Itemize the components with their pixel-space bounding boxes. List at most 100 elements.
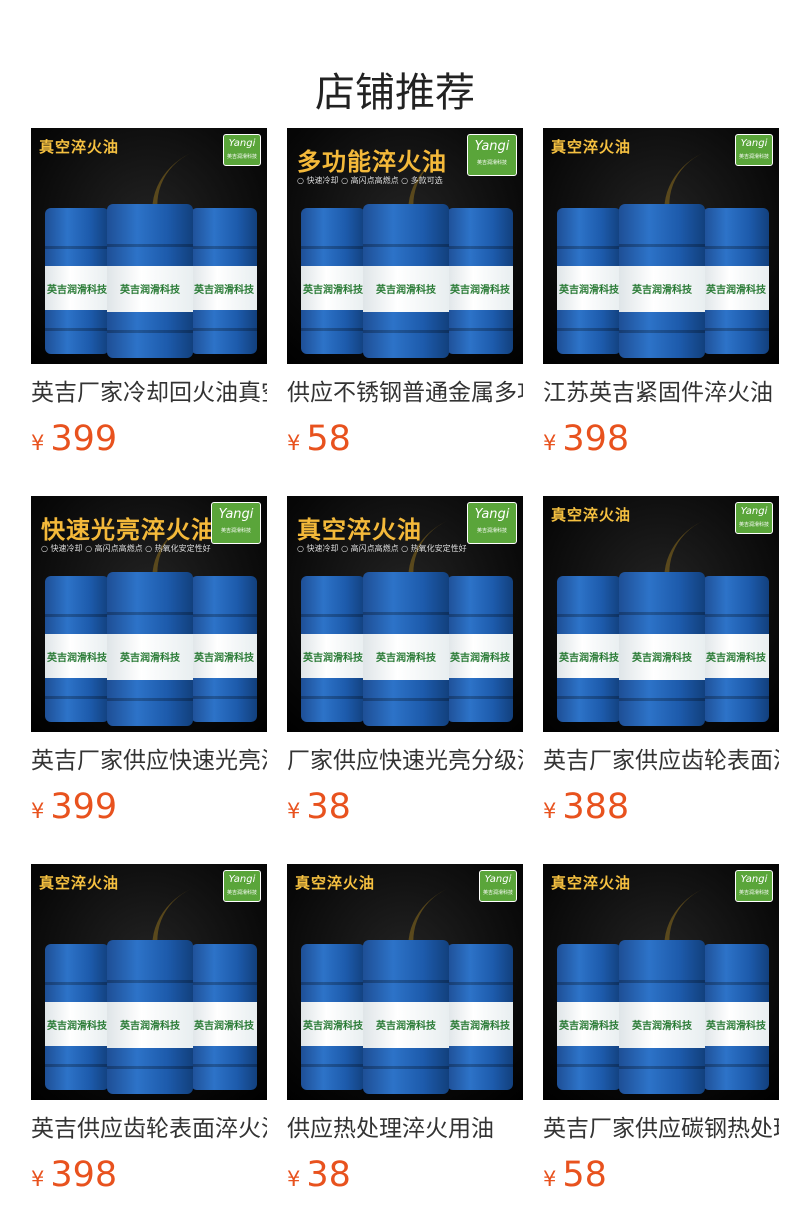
product-card[interactable]: 真空淬火油 Yangi 英吉润滑科技 英吉润滑科技 英吉润滑科技 英吉润滑科技 …	[543, 128, 779, 496]
product-image[interactable]: 真空淬火油 Yangi 英吉润滑科技 英吉润滑科技 英吉润滑科技 英吉润滑科技	[31, 864, 267, 1100]
product-image[interactable]: 真空淬火油 Yangi 英吉润滑科技 英吉润滑科技 英吉润滑科技 英吉润滑科技	[287, 864, 523, 1100]
oil-drum-center: 英吉润滑科技	[619, 572, 705, 726]
image-banner-text: 真空淬火油	[551, 506, 632, 524]
logo-text: Yangi	[228, 138, 256, 149]
product-price: ¥399	[31, 418, 267, 460]
drum-label: 英吉润滑科技	[447, 634, 513, 679]
product-card[interactable]: 真空淬火油 Yangi 英吉润滑科技 英吉润滑科技 英吉润滑科技 英吉润滑科技 …	[31, 128, 267, 496]
brand-logo-icon: Yangi 英吉润滑科技	[467, 134, 517, 176]
drum-label: 英吉润滑科技	[191, 1002, 257, 1047]
oil-drum-center: 英吉润滑科技	[363, 940, 449, 1094]
product-name[interactable]: 供应热处理淬火用油	[287, 1114, 523, 1144]
drum-label: 英吉润滑科技	[557, 1002, 621, 1047]
brand-logo-icon: Yangi 英吉润滑科技	[735, 134, 773, 166]
logo-subtext: 英吉润滑科技	[738, 154, 769, 160]
currency-symbol: ¥	[543, 431, 557, 455]
drum-label: 英吉润滑科技	[557, 266, 621, 311]
product-card[interactable]: 快速光亮淬火油 ○ 快速冷却 ○ 高闪点高燃点 ○ 热氧化安定性好 Yangi …	[31, 496, 267, 864]
oil-drum-center: 英吉润滑科技	[107, 940, 193, 1094]
product-image[interactable]: 真空淬火油 Yangi 英吉润滑科技 英吉润滑科技 英吉润滑科技 英吉润滑科技	[543, 128, 779, 364]
oil-drum-center: 英吉润滑科技	[363, 572, 449, 726]
drum-label: 英吉润滑科技	[191, 266, 257, 311]
oil-drum-left: 英吉润滑科技	[557, 944, 621, 1090]
logo-subtext: 英吉润滑科技	[476, 528, 507, 534]
product-card[interactable]: 真空淬火油 Yangi 英吉润滑科技 英吉润滑科技 英吉润滑科技 英吉润滑科技 …	[287, 864, 523, 1232]
oil-drum-right: 英吉润滑科技	[191, 208, 257, 354]
image-banner-text: 真空淬火油	[297, 516, 422, 544]
product-card[interactable]: 真空淬火油 Yangi 英吉润滑科技 英吉润滑科技 英吉润滑科技 英吉润滑科技 …	[31, 864, 267, 1232]
logo-text: Yangi	[740, 874, 768, 885]
logo-subtext: 英吉润滑科技	[738, 890, 769, 896]
oil-drum-right: 英吉润滑科技	[191, 944, 257, 1090]
logo-text: Yangi	[218, 507, 254, 522]
image-banner-text: 真空淬火油	[39, 874, 120, 892]
image-banner-text: 多功能淬火油	[297, 148, 447, 176]
brand-logo-icon: Yangi 英吉润滑科技	[479, 870, 517, 902]
currency-symbol: ¥	[287, 799, 301, 823]
currency-symbol: ¥	[31, 431, 45, 455]
product-card[interactable]: 真空淬火油 Yangi 英吉润滑科技 英吉润滑科技 英吉润滑科技 英吉润滑科技 …	[543, 496, 779, 864]
product-image[interactable]: 多功能淬火油 ○ 快速冷却 ○ 高闪点高燃点 ○ 多款可选 Yangi 英吉润滑…	[287, 128, 523, 364]
oil-drum-center: 英吉润滑科技	[107, 204, 193, 358]
product-name[interactable]: 英吉厂家供应碳钢热处理淬火油	[543, 1114, 779, 1144]
product-image[interactable]: 真空淬火油 ○ 快速冷却 ○ 高闪点高燃点 ○ 热氧化安定性好 Yangi 英吉…	[287, 496, 523, 732]
drum-label: 英吉润滑科技	[45, 634, 109, 679]
product-card[interactable]: 多功能淬火油 ○ 快速冷却 ○ 高闪点高燃点 ○ 多款可选 Yangi 英吉润滑…	[287, 128, 523, 496]
product-image[interactable]: 真空淬火油 Yangi 英吉润滑科技 英吉润滑科技 英吉润滑科技 英吉润滑科技	[31, 128, 267, 364]
oil-drum-right: 英吉润滑科技	[447, 208, 513, 354]
product-name[interactable]: 江苏英吉紧固件淬火油	[543, 378, 779, 408]
oil-drum-right: 英吉润滑科技	[703, 576, 769, 722]
price-value: 399	[50, 787, 118, 827]
drum-label: 英吉润滑科技	[619, 633, 705, 680]
logo-text: Yangi	[740, 506, 768, 517]
oil-drum-left: 英吉润滑科技	[45, 576, 109, 722]
product-price: ¥38	[287, 786, 523, 828]
drum-label: 英吉润滑科技	[301, 634, 365, 679]
drum-label: 英吉润滑科技	[619, 1001, 705, 1048]
image-banner-text: 真空淬火油	[551, 874, 632, 892]
currency-symbol: ¥	[287, 1167, 301, 1191]
product-name[interactable]: 英吉厂家供应快速光亮淬火油	[31, 746, 267, 776]
image-features-text: ○ 快速冷却 ○ 高闪点高燃点 ○ 热氧化安定性好	[297, 544, 467, 553]
oil-drum-right: 英吉润滑科技	[191, 576, 257, 722]
drum-label: 英吉润滑科技	[301, 1002, 365, 1047]
product-image[interactable]: 真空淬火油 Yangi 英吉润滑科技 英吉润滑科技 英吉润滑科技 英吉润滑科技	[543, 864, 779, 1100]
price-value: 58	[562, 1155, 607, 1195]
brand-logo-icon: Yangi 英吉润滑科技	[467, 502, 517, 544]
oil-drum-center: 英吉润滑科技	[619, 940, 705, 1094]
drum-label: 英吉润滑科技	[363, 1001, 449, 1048]
product-name[interactable]: 英吉厂家供应齿轮表面淬火油	[543, 746, 779, 776]
product-name[interactable]: 英吉厂家冷却回火油真空淬火油	[31, 378, 267, 408]
drum-label: 英吉润滑科技	[557, 634, 621, 679]
product-image[interactable]: 快速光亮淬火油 ○ 快速冷却 ○ 高闪点高燃点 ○ 热氧化安定性好 Yangi …	[31, 496, 267, 732]
product-card[interactable]: 真空淬火油 ○ 快速冷却 ○ 高闪点高燃点 ○ 热氧化安定性好 Yangi 英吉…	[287, 496, 523, 864]
product-grid: 真空淬火油 Yangi 英吉润滑科技 英吉润滑科技 英吉润滑科技 英吉润滑科技 …	[31, 128, 779, 1232]
product-image[interactable]: 真空淬火油 Yangi 英吉润滑科技 英吉润滑科技 英吉润滑科技 英吉润滑科技	[543, 496, 779, 732]
product-price: ¥58	[543, 1154, 779, 1196]
product-name[interactable]: 厂家供应快速光亮分级淬火油	[287, 746, 523, 776]
currency-symbol: ¥	[543, 1167, 557, 1191]
product-card[interactable]: 真空淬火油 Yangi 英吉润滑科技 英吉润滑科技 英吉润滑科技 英吉润滑科技 …	[543, 864, 779, 1232]
image-banner-text: 真空淬火油	[551, 138, 632, 156]
oil-drum-left: 英吉润滑科技	[557, 208, 621, 354]
image-banner-text: 真空淬火油	[39, 138, 120, 156]
price-value: 398	[562, 419, 630, 459]
oil-drum-left: 英吉润滑科技	[301, 944, 365, 1090]
product-price: ¥58	[287, 418, 523, 460]
price-value: 398	[50, 1155, 118, 1195]
drum-label: 英吉润滑科技	[703, 634, 769, 679]
drum-label: 英吉润滑科技	[301, 266, 365, 311]
oil-drum-left: 英吉润滑科技	[45, 208, 109, 354]
product-price: ¥38	[287, 1154, 523, 1196]
logo-text: Yangi	[474, 507, 510, 522]
product-price: ¥399	[31, 786, 267, 828]
product-price: ¥398	[31, 1154, 267, 1196]
price-value: 38	[306, 787, 351, 827]
product-name[interactable]: 供应不锈钢普通金属多功能淬火油	[287, 378, 523, 408]
drum-label: 英吉润滑科技	[107, 1001, 193, 1048]
image-banner-text: 快速光亮淬火油	[41, 516, 216, 544]
product-name[interactable]: 英吉供应齿轮表面淬火油	[31, 1114, 267, 1144]
drum-label: 英吉润滑科技	[447, 1002, 513, 1047]
oil-drum-center: 英吉润滑科技	[619, 204, 705, 358]
oil-drum-right: 英吉润滑科技	[447, 944, 513, 1090]
